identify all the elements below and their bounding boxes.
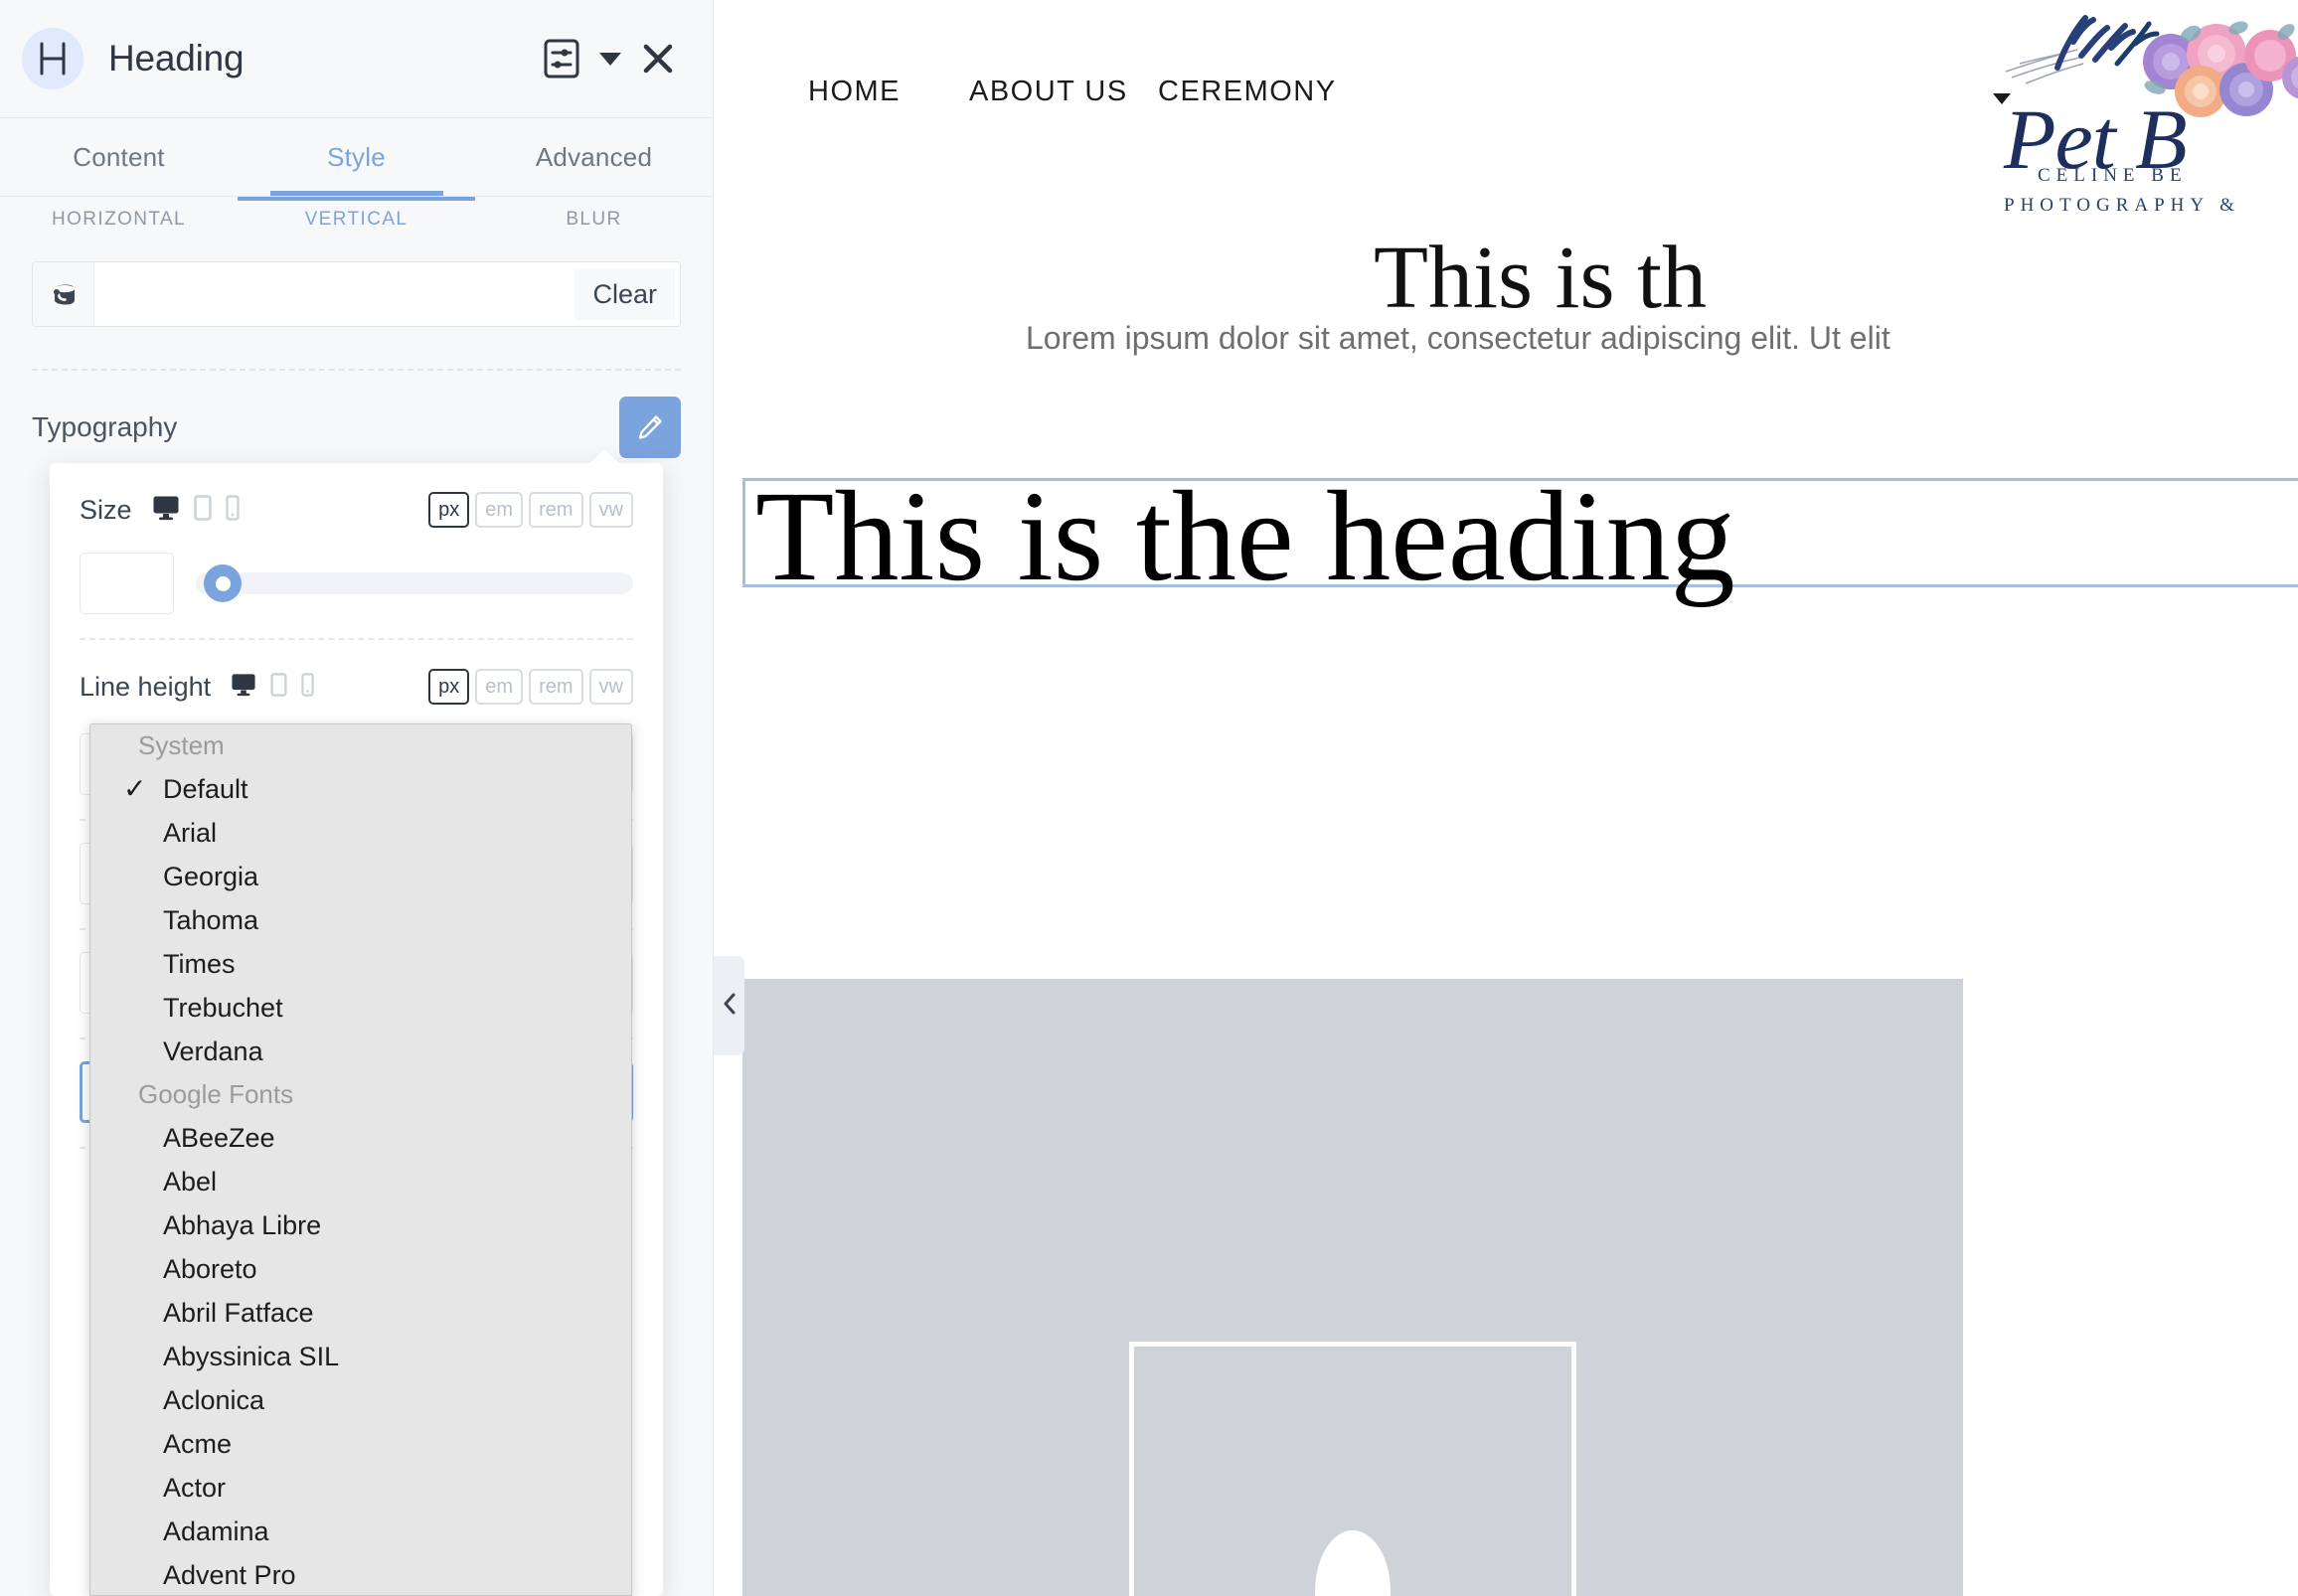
- subtab-horizontal[interactable]: HORIZONTAL: [0, 197, 238, 249]
- subtab-blur[interactable]: BLUR: [475, 197, 713, 249]
- typography-control-row: Typography: [32, 397, 681, 458]
- size-unit-px[interactable]: px: [428, 492, 470, 528]
- size-unit-vw[interactable]: vw: [588, 492, 633, 528]
- page-title: Heading: [108, 38, 245, 79]
- size-slider[interactable]: [196, 564, 633, 602]
- dropdown-group-label: Google Fonts: [138, 1079, 294, 1109]
- size-slider-handle[interactable]: [204, 564, 242, 602]
- line-height-unit-em[interactable]: em: [475, 669, 524, 705]
- size-control: Size px em rem vw: [50, 485, 663, 614]
- font-option-times[interactable]: Times: [90, 942, 631, 986]
- font-option-trebuchet[interactable]: Trebuchet: [90, 986, 631, 1030]
- line-height-control: Line height px em rem vw: [50, 662, 663, 712]
- size-device-switcher: [152, 494, 240, 526]
- hero-title: This is th: [1374, 229, 1708, 327]
- color-value-input[interactable]: [94, 262, 575, 326]
- size-unit-group: px em rem vw: [428, 492, 633, 528]
- section-divider: [32, 369, 681, 371]
- font-option-acme[interactable]: Acme: [90, 1422, 631, 1466]
- elementor-editor-panel: Heading Content Style Advanced HORIZONTA…: [0, 0, 714, 1596]
- size-unit-rem[interactable]: rem: [529, 492, 583, 528]
- desktop-icon[interactable]: [152, 495, 180, 526]
- nav-link-about-us[interactable]: ABOUT US: [969, 76, 1128, 108]
- mobile-icon[interactable]: [301, 672, 314, 702]
- mobile-icon[interactable]: [225, 494, 240, 526]
- font-option-actor[interactable]: Actor: [90, 1466, 631, 1510]
- image-placeholder-sun: [1315, 1530, 1391, 1596]
- selected-heading-widget[interactable]: This is the heading: [742, 465, 2298, 608]
- tablet-icon[interactable]: [193, 494, 212, 526]
- nav-link-home[interactable]: HOME: [808, 76, 901, 108]
- close-icon[interactable]: [641, 42, 675, 76]
- sliders-icon[interactable]: [544, 39, 579, 79]
- font-option-advent-pro[interactable]: Advent Pro: [90, 1553, 631, 1595]
- image-placeholder-icon: [1129, 1342, 1576, 1596]
- line-height-unit-px[interactable]: px: [428, 669, 470, 705]
- size-number-input[interactable]: [80, 553, 174, 614]
- pencil-icon[interactable]: [619, 397, 681, 458]
- chevron-down-icon[interactable]: [599, 52, 621, 66]
- size-label: Size: [80, 494, 132, 525]
- font-option-tahoma[interactable]: Tahoma: [90, 898, 631, 942]
- font-option-verdana[interactable]: Verdana: [90, 1030, 631, 1073]
- color-clear-row: Clear: [32, 261, 681, 327]
- font-option-aclonica[interactable]: Aclonica: [90, 1378, 631, 1422]
- nav-link-ceremony[interactable]: CEREMONY: [1158, 76, 1337, 108]
- editor-screen: Heading Content Style Advanced HORIZONTA…: [0, 0, 2298, 1596]
- popover-arrow: [588, 450, 620, 464]
- font-option-abel[interactable]: Abel: [90, 1160, 631, 1203]
- size-unit-em[interactable]: em: [475, 492, 524, 528]
- panel-collapse-handle[interactable]: [714, 956, 744, 1055]
- hero-subtitle: Lorem ipsum dolor sit amet, consectetur …: [1026, 320, 1890, 356]
- site-logo[interactable]: Pet B CELINE BE PHOTOGRAPHY &: [1996, 6, 2298, 216]
- font-option-georgia[interactable]: Georgia: [90, 855, 631, 898]
- tab-advanced[interactable]: Advanced: [475, 118, 713, 196]
- panel-tabs: Content Style Advanced: [0, 118, 713, 197]
- font-option-aboreto[interactable]: Aboreto: [90, 1247, 631, 1291]
- tablet-icon[interactable]: [270, 672, 287, 702]
- desktop-icon[interactable]: [231, 673, 256, 702]
- shadow-subtabs: HORIZONTAL VERTICAL BLUR: [0, 197, 713, 249]
- line-height-unit-vw[interactable]: vw: [588, 669, 633, 705]
- clear-button[interactable]: Clear: [574, 268, 675, 320]
- font-option-adamina[interactable]: Adamina: [90, 1510, 631, 1553]
- check-icon: ✓: [123, 773, 147, 804]
- line-height-control-head: Line height px em rem vw: [80, 662, 633, 712]
- dropdown-group-label: System: [138, 730, 225, 760]
- logo-subtitle-text: PHOTOGRAPHY &: [2004, 195, 2240, 216]
- line-height-device-switcher: [231, 672, 314, 702]
- tab-style[interactable]: Style: [238, 118, 475, 196]
- line-height-unit-group: px em rem vw: [428, 669, 633, 705]
- size-control-head: Size px em rem vw: [80, 485, 633, 535]
- line-height-label: Line height: [80, 671, 212, 702]
- size-slider-row: [80, 553, 633, 614]
- font-option-abhaya-libre[interactable]: Abhaya Libre: [90, 1203, 631, 1247]
- font-option-default[interactable]: ✓ Default: [90, 767, 631, 811]
- subtab-vertical[interactable]: VERTICAL: [238, 197, 475, 249]
- font-option-abeezee[interactable]: ABeeZee: [90, 1116, 631, 1160]
- control-divider: [80, 638, 633, 640]
- selected-heading-text: This is the heading: [755, 465, 1735, 608]
- image-placeholder[interactable]: [742, 979, 1963, 1596]
- font-option-arial[interactable]: Arial: [90, 811, 631, 855]
- font-option-label: Default: [163, 774, 248, 804]
- font-option-abyssinica-sil[interactable]: Abyssinica SIL: [90, 1335, 631, 1378]
- page-preview-canvas: HOME ABOUT US CEREMONY Pet B CELINE BE P…: [715, 0, 2298, 1596]
- heading-widget-icon: [22, 28, 83, 89]
- panel-header-actions: [544, 39, 675, 79]
- tab-content[interactable]: Content: [0, 118, 238, 196]
- typography-label: Typography: [32, 411, 178, 442]
- line-height-unit-rem[interactable]: rem: [529, 669, 583, 705]
- chevron-left-icon: [723, 993, 737, 1020]
- logo-name-text: CELINE BE: [2038, 165, 2188, 186]
- paint-bucket-icon[interactable]: [33, 262, 94, 326]
- panel-header: Heading: [0, 0, 713, 118]
- font-option-abril-fatface[interactable]: Abril Fatface: [90, 1291, 631, 1335]
- font-family-dropdown[interactable]: System ✓ Default Arial Georgia Tahoma Ti…: [89, 723, 632, 1596]
